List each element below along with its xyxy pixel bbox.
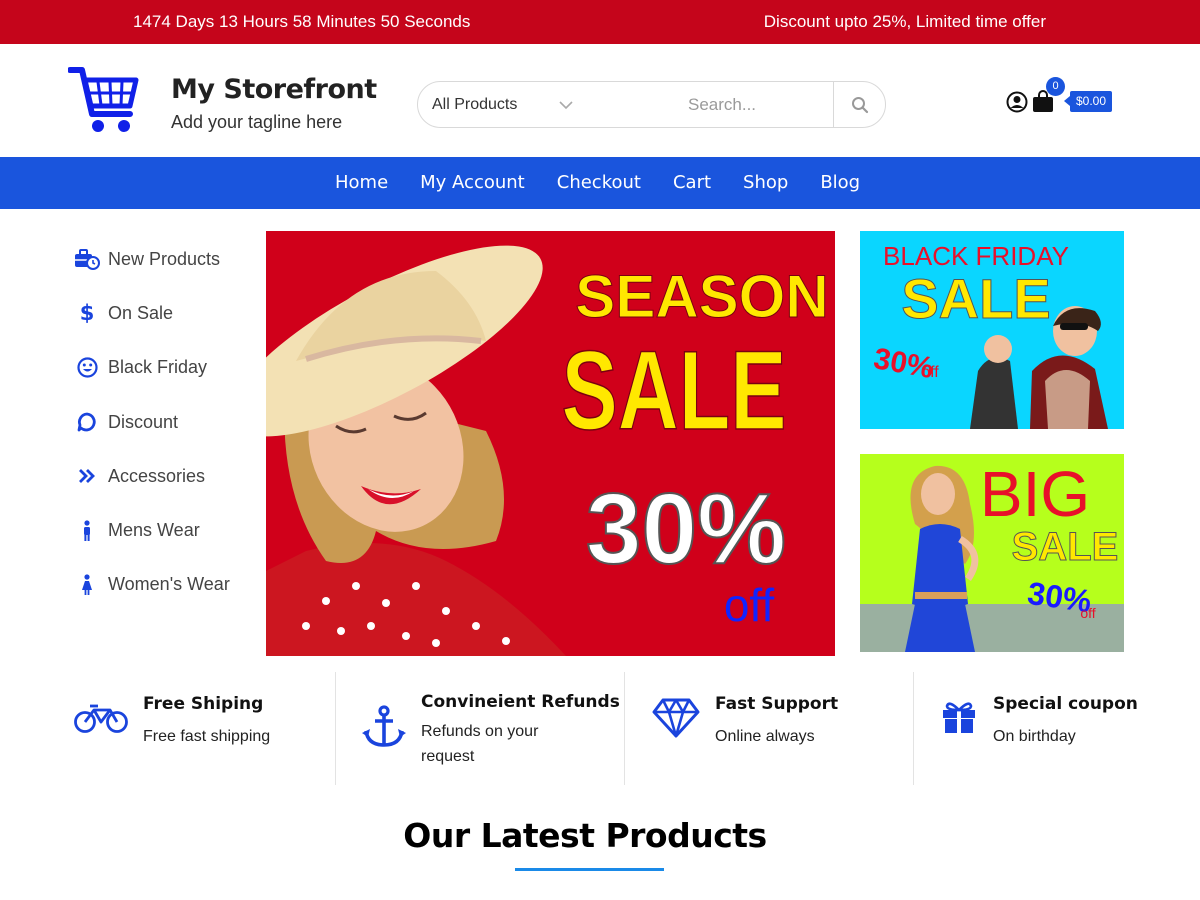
cart-icon[interactable] bbox=[68, 66, 140, 136]
feature-refunds: Convineient Refunds Refunds on your requ… bbox=[336, 672, 624, 785]
main-nav: Home My Account Checkout Cart Shop Blog bbox=[0, 157, 1200, 209]
promo-banner-big-sale[interactable]: BIG SALE 30% off bbox=[860, 454, 1124, 652]
feature-strip: Free Shiping Free fast shipping Convinei… bbox=[60, 672, 1140, 785]
feature-fast-support: Fast Support Online always bbox=[625, 672, 913, 785]
nav-checkout[interactable]: Checkout bbox=[541, 157, 657, 209]
nav-home[interactable]: Home bbox=[319, 157, 404, 209]
feature-subtitle: On birthday bbox=[993, 728, 1076, 745]
section-title-underline bbox=[515, 868, 664, 871]
sidebar-item-label: Mens Wear bbox=[108, 520, 200, 541]
search-button[interactable] bbox=[833, 82, 885, 127]
sidebar-item-on-sale[interactable]: $ On Sale bbox=[74, 286, 254, 340]
double-chevron-right-icon bbox=[74, 464, 100, 488]
bicycle-icon bbox=[74, 704, 128, 733]
sidebar-item-new-products[interactable]: New Products bbox=[74, 232, 254, 286]
feature-title: Free Shiping bbox=[143, 694, 264, 714]
hero-banner[interactable]: SEASON SALE 30% off bbox=[266, 231, 835, 656]
search-bar: All Products bbox=[417, 81, 886, 128]
hero-line2: SALE bbox=[562, 328, 787, 453]
feature-title: Convineient Refunds bbox=[421, 692, 620, 712]
nav-shop[interactable]: Shop bbox=[727, 157, 804, 209]
hero-line1: SEASON bbox=[575, 263, 828, 330]
female-icon bbox=[74, 573, 100, 597]
chat-bubble-icon bbox=[74, 410, 100, 434]
svg-text:SALE: SALE bbox=[1012, 525, 1119, 569]
user-icon[interactable] bbox=[1006, 91, 1028, 113]
sidebar-item-mens-wear[interactable]: Mens Wear bbox=[74, 503, 254, 557]
sidebar-item-label: New Products bbox=[108, 248, 221, 269]
svg-text:SALE: SALE bbox=[901, 267, 1050, 330]
chevron-down-icon[interactable] bbox=[557, 96, 575, 114]
sidebar-item-discount[interactable]: Discount bbox=[74, 395, 254, 449]
svg-text:BIG: BIG bbox=[980, 458, 1090, 530]
nav-blog[interactable]: Blog bbox=[804, 157, 876, 209]
sidebar-item-label: On Sale bbox=[108, 302, 174, 323]
hero-percent: 30% bbox=[586, 473, 786, 585]
gift-icon bbox=[943, 702, 975, 733]
site-title[interactable]: My Storefront bbox=[171, 74, 377, 105]
feature-special-coupon: Special coupon On birthday bbox=[914, 672, 1140, 785]
category-sidebar: New Products $ On Sale Black Friday Disc… bbox=[74, 232, 254, 612]
sidebar-item-womens-wear[interactable]: Women's Wear bbox=[74, 558, 254, 612]
feature-subtitle: Online always bbox=[715, 728, 815, 745]
category-select[interactable]: All Products bbox=[432, 96, 517, 114]
feature-subtitle: Refunds on your request bbox=[421, 723, 539, 765]
feature-subtitle: Free fast shipping bbox=[143, 728, 271, 745]
briefcase-clock-icon bbox=[74, 247, 100, 271]
top-bar: 1474 Days 13 Hours 58 Minutes 50 Seconds… bbox=[0, 0, 1200, 44]
sidebar-item-label: Black Friday bbox=[108, 357, 208, 378]
sidebar-item-black-friday[interactable]: Black Friday bbox=[74, 341, 254, 395]
countdown-timer: 1474 Days 13 Hours 58 Minutes 50 Seconds bbox=[133, 12, 471, 31]
male-icon bbox=[74, 519, 100, 543]
feature-title: Special coupon bbox=[993, 694, 1138, 714]
diamond-icon bbox=[652, 698, 700, 738]
nav-my-account[interactable]: My Account bbox=[404, 157, 541, 209]
cart-count-badge: 0 bbox=[1046, 77, 1065, 96]
cart-total[interactable]: $0.00 bbox=[1063, 91, 1113, 112]
sidebar-item-label: Accessories bbox=[108, 465, 206, 486]
svg-text:off: off bbox=[1080, 605, 1095, 621]
search-icon bbox=[851, 96, 868, 113]
site-tagline: Add your tagline here bbox=[171, 112, 343, 132]
promo-black-friday-art: BLACK FRIDAY SALE 30% off bbox=[871, 241, 1108, 429]
hero-off: off bbox=[724, 579, 775, 631]
feature-free-shipping: Free Shiping Free fast shipping bbox=[60, 672, 335, 785]
hero-text: SEASON SALE 30% off bbox=[561, 263, 829, 632]
site-header: My Storefront Add your tagline here All … bbox=[0, 44, 1200, 157]
sidebar-item-accessories[interactable]: Accessories bbox=[74, 449, 254, 503]
search-input[interactable] bbox=[688, 90, 828, 120]
nav-cart[interactable]: Cart bbox=[657, 157, 727, 209]
dollar-icon: $ bbox=[79, 301, 95, 326]
anchor-icon bbox=[362, 705, 406, 747]
sidebar-item-label: Women's Wear bbox=[108, 574, 230, 595]
section-title: Our Latest Products bbox=[403, 816, 767, 855]
svg-text:off: off bbox=[921, 364, 939, 381]
promo-banner-black-friday[interactable]: BLACK FRIDAY SALE 30% off bbox=[860, 231, 1124, 429]
promo-big-sale-art: BIG SALE 30% off bbox=[860, 458, 1124, 652]
sidebar-item-label: Discount bbox=[108, 411, 179, 432]
feature-title: Fast Support bbox=[715, 694, 839, 714]
offer-text: Discount upto 25%, Limited time offer bbox=[763, 12, 1046, 31]
smile-icon bbox=[74, 356, 100, 380]
